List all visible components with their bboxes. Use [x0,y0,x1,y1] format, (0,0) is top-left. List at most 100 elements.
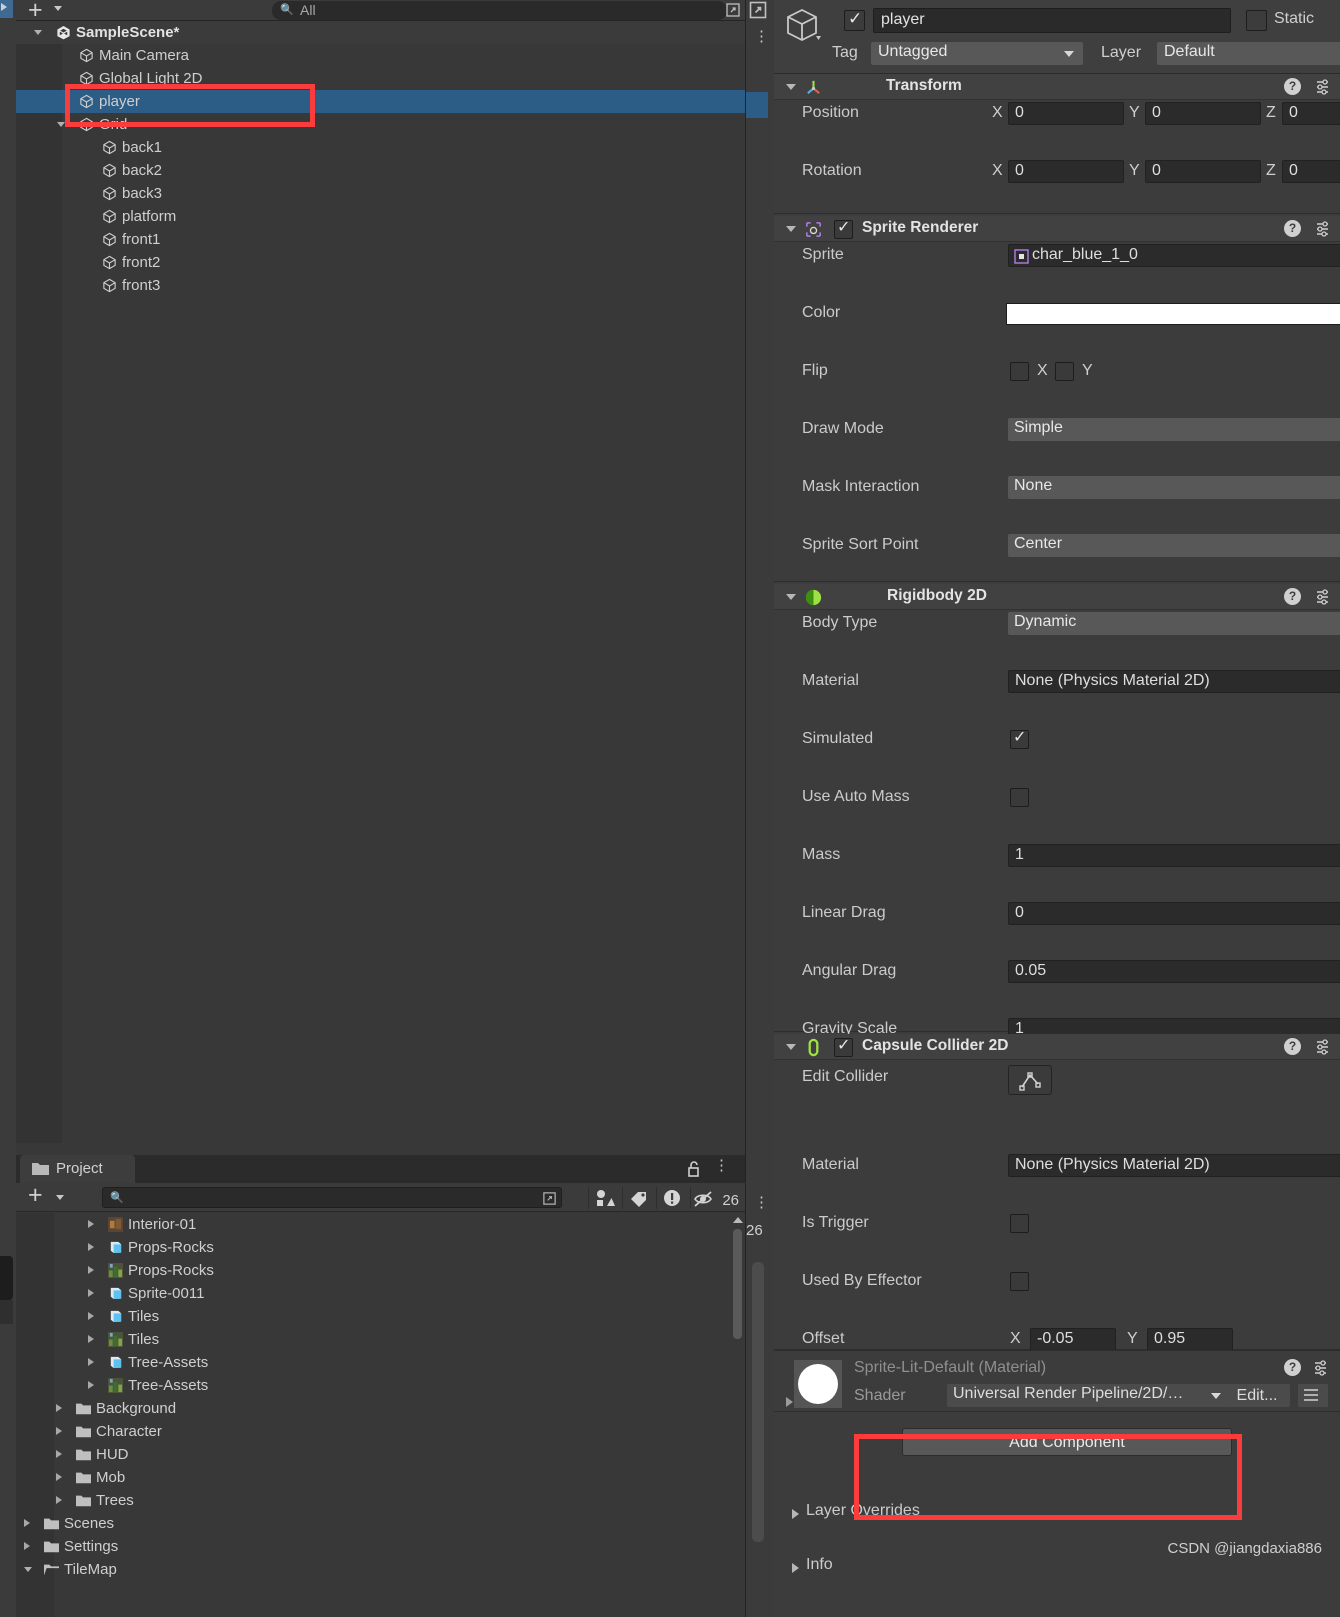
twisty-closed-icon[interactable] [56,1404,62,1412]
twisty-open-icon[interactable] [34,30,42,35]
project-item-trees[interactable]: Trees [16,1489,745,1512]
offset-x-input[interactable]: -0.05 [1030,1328,1116,1351]
tab-project[interactable]: Project [20,1155,135,1183]
twisty-closed-icon[interactable] [88,1289,94,1297]
gameobject-name-field[interactable]: player [873,8,1231,33]
project-item-tiles[interactable]: Tiles [16,1328,745,1351]
twisty-closed-icon[interactable] [88,1266,94,1274]
inspector-scrollbar-thumb[interactable] [752,1262,764,1542]
twisty-closed-icon[interactable] [24,1542,30,1550]
transform-position-y-input[interactable]: 0 [1145,102,1261,125]
twisty-closed-icon[interactable] [88,1335,94,1343]
twisty-closed-icon[interactable] [56,1450,62,1458]
simulated-checkbox[interactable]: ✓ [1010,729,1029,749]
hierarchy-item-samplescene[interactable]: SampleScene* [16,21,745,44]
color-swatch[interactable] [1006,303,1340,325]
material-list-view-button[interactable] [1298,1384,1328,1407]
cc-material-object-field[interactable]: None (Physics Material 2D) [1008,1154,1340,1177]
hierarchy-item-front2[interactable]: front2 [16,251,745,274]
twisty-closed-icon[interactable] [88,1220,94,1228]
project-hidden-assets-button[interactable]: 26 [690,1187,745,1209]
hierarchy-dock-icon[interactable] [725,2,741,18]
twisty-open-icon[interactable] [24,1567,32,1572]
hierarchy-item-front1[interactable]: front1 [16,228,745,251]
project-item-tilemap[interactable]: TileMap [16,1558,745,1581]
preset-settings-icon[interactable] [1315,78,1333,96]
twisty-closed-icon[interactable] [56,1473,62,1481]
static-checkbox[interactable] [1246,10,1267,31]
twisty-closed-icon[interactable] [792,1509,799,1519]
twisty-open-icon[interactable] [786,226,796,232]
rb-material-object-field[interactable]: None (Physics Material 2D) [1008,670,1340,693]
body-type-dropdown[interactable]: Dynamic [1008,612,1340,635]
lock-open-icon[interactable] [687,1160,703,1178]
layer-dropdown[interactable]: Default [1157,42,1340,65]
project-item-props-rocks[interactable]: Props-Rocks [16,1236,745,1259]
project-options-kebab-icon[interactable]: ⋮ [714,1158,729,1173]
project-scrollbar[interactable] [732,1217,743,1613]
edit-collider-button[interactable] [1008,1065,1052,1095]
transform-rotation-x-input[interactable]: 0 [1008,160,1124,183]
help-icon[interactable]: ? [1284,1359,1301,1376]
transform-position-x-input[interactable]: 0 [1008,102,1124,125]
hierarchy-item-grid[interactable]: Grid [16,113,745,136]
project-tree[interactable]: Interior-01 Props-Rocks Props-Rocks Sprite-… [16,1213,745,1617]
mask-interaction-dropdown[interactable]: None [1008,476,1340,499]
hierarchy-tree[interactable]: SampleScene* Main Camera Global Light 2D pl… [16,21,745,1143]
mass-input[interactable]: 1 [1008,844,1340,867]
project-item-tiles[interactable]: Tiles [16,1305,745,1328]
hierarchy-add-button[interactable]: + [28,0,43,23]
material-edit-button[interactable]: Edit... [1224,1384,1290,1407]
project-item-tree-assets[interactable]: Tree-Assets [16,1374,745,1397]
twisty-closed-icon[interactable] [88,1358,94,1366]
project-item-settings[interactable]: Settings [16,1535,745,1558]
twisty-open-icon[interactable] [786,1044,796,1050]
project-item-scenes[interactable]: Scenes [16,1512,745,1535]
project-filter-type-button[interactable] [588,1187,621,1209]
transform-rotation-y-input[interactable]: 0 [1145,160,1261,183]
project-add-button[interactable]: + [28,1181,43,1210]
rigidbody2d-header[interactable]: Rigidbody 2D ? [774,584,1340,610]
help-icon[interactable]: ? [1284,1038,1301,1055]
scrollbar-thumb[interactable] [733,1229,742,1339]
hierarchy-item-front3[interactable]: front3 [16,274,745,297]
cc-layer-overrides-foldout[interactable]: Layer Overrides [774,1500,1340,1527]
twisty-closed-icon[interactable] [792,1563,799,1573]
hierarchy-item-main-camera[interactable]: Main Camera [16,44,745,67]
transform-rotation-z-input[interactable]: 0 [1282,160,1340,183]
help-icon[interactable]: ? [1284,588,1301,605]
preset-settings-icon[interactable] [1315,1038,1333,1056]
help-icon[interactable]: ? [1284,78,1301,95]
project-search-input[interactable]: 🔍 [102,1187,562,1208]
flip-y-checkbox[interactable] [1055,362,1074,381]
sprite-object-field[interactable]: char_blue_1_0 [1008,244,1340,267]
project-item-character[interactable]: Character [16,1420,745,1443]
material-shader-dropdown[interactable]: Universal Render Pipeline/2D/… [947,1384,1227,1407]
project-item-background[interactable]: Background [16,1397,745,1420]
twisty-closed-icon[interactable] [56,1427,62,1435]
hierarchy-search-input[interactable]: 🔍 All [272,1,727,20]
transform-header[interactable]: Transform ? [774,74,1340,100]
preset-settings-icon[interactable] [1315,220,1333,238]
inspector-options-kebab-icon-2[interactable]: ⋮ [754,1195,769,1210]
project-item-sprite-0011[interactable]: Sprite-0011 [16,1282,745,1305]
project-filter-label-button[interactable] [622,1187,655,1209]
preset-settings-icon[interactable] [1313,1359,1331,1377]
search-expand-icon[interactable] [542,1191,557,1206]
project-item-props-rocks[interactable]: Props-Rocks [16,1259,745,1282]
hierarchy-item-player[interactable]: player [16,90,745,113]
cc-info-foldout[interactable]: Info [774,1554,1340,1581]
scroll-up-arrow-icon[interactable] [733,1217,743,1223]
gameobject-enabled-checkbox[interactable]: ✓ [844,9,865,31]
left-sliver-tab[interactable] [0,0,13,18]
project-add-dropdown-icon[interactable] [56,1195,64,1200]
is-trigger-checkbox[interactable] [1010,1214,1029,1233]
hierarchy-item-back2[interactable]: back2 [16,159,745,182]
inspector-dock-icon[interactable] [748,0,768,20]
use-auto-mass-checkbox[interactable] [1010,788,1029,807]
used-by-effector-checkbox[interactable] [1010,1272,1029,1291]
linear-drag-input[interactable]: 0 [1008,902,1340,925]
twisty-open-icon[interactable] [786,594,796,600]
sprite-renderer-header[interactable]: ✓ Sprite Renderer ? [774,216,1340,242]
project-item-mob[interactable]: Mob [16,1466,745,1489]
